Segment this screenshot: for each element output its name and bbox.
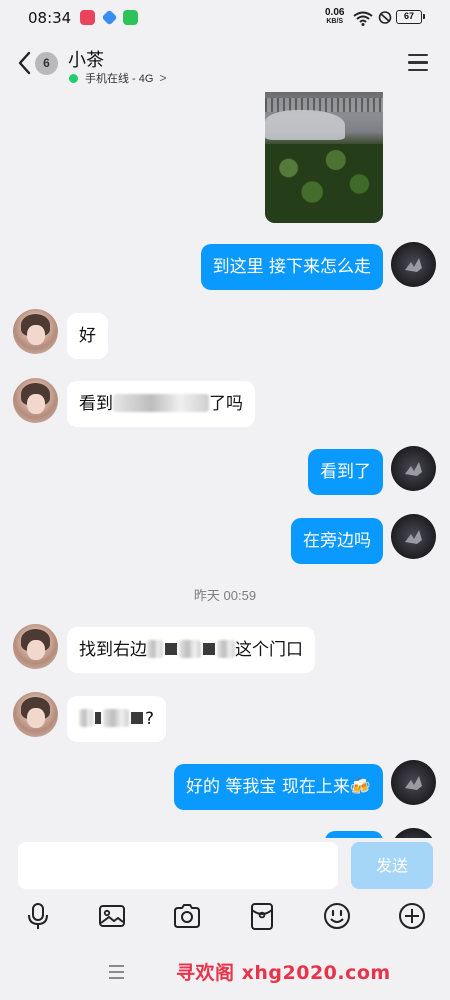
wifi-icon: [353, 11, 373, 26]
send-button[interactable]: 发送: [351, 842, 433, 889]
redacted-block: [95, 712, 101, 724]
redacted-block: [203, 643, 215, 655]
microphone-icon[interactable]: [22, 900, 54, 932]
message-text-suffix: 这个门口: [235, 640, 303, 660]
message-bubble-incoming[interactable]: ?: [67, 696, 167, 742]
message-bubble-outgoing[interactable]: 看到了: [308, 449, 383, 495]
redacted-text: [147, 640, 163, 658]
battery-icon: 67: [396, 10, 425, 24]
message-bubble-incoming[interactable]: 找到右边 这个门口: [67, 627, 315, 673]
message-bubble-incoming[interactable]: 看到 了吗: [67, 381, 255, 427]
chat-toolbar: [0, 894, 450, 938]
redacted-text: [217, 640, 235, 658]
message-timestamp: 昨天 00:59: [193, 588, 257, 603]
online-status[interactable]: 手机在线 - 4G >: [69, 70, 166, 86]
network-speed: 0.06 KB/S: [325, 7, 345, 26]
watermark-text: 寻欢阁 xhg2020.com: [176, 962, 391, 984]
emoji-icon[interactable]: [321, 900, 353, 932]
camera-icon[interactable]: [171, 900, 203, 932]
contact-avatar[interactable]: [13, 309, 58, 354]
message-text-prefix: 看到: [79, 394, 113, 414]
plus-icon[interactable]: [396, 900, 428, 932]
contact-avatar[interactable]: [13, 624, 58, 669]
redacted-text: [179, 640, 201, 658]
sent-photo-message[interactable]: [265, 92, 383, 223]
message-bubble-outgoing-partial[interactable]: [325, 831, 383, 838]
message-text-suffix: 了吗: [209, 394, 243, 414]
status-time: 08:34: [28, 9, 72, 27]
my-avatar[interactable]: [391, 446, 436, 491]
unread-count-badge[interactable]: 6: [35, 52, 58, 75]
contact-avatar[interactable]: [13, 692, 58, 737]
message-bubble-outgoing[interactable]: 到这里 接下来怎么走: [200, 244, 383, 290]
app-notification-icon-red: [80, 10, 95, 25]
redacted-text: [103, 709, 129, 727]
input-bar: 发送: [0, 838, 450, 890]
my-avatar[interactable]: [391, 828, 436, 838]
message-text-prefix: 找到右边: [79, 640, 147, 660]
redacted-text: [113, 394, 209, 412]
my-avatar[interactable]: [391, 760, 436, 805]
online-indicator-icon: [69, 73, 78, 83]
app-notification-icon-blue: [101, 9, 118, 26]
app-notification-icon-green: [123, 10, 138, 25]
image-icon[interactable]: [96, 900, 128, 932]
menu-icon[interactable]: [408, 54, 428, 72]
chat-header: 6 小茶 手机在线 - 4G >: [0, 36, 450, 92]
chevron-right-icon: >: [159, 71, 167, 85]
contact-avatar[interactable]: [13, 378, 58, 423]
red-packet-icon[interactable]: [246, 900, 278, 932]
redacted-block: [165, 643, 177, 655]
message-bubble-incoming[interactable]: 好: [67, 313, 108, 359]
my-avatar[interactable]: [391, 514, 436, 559]
message-list[interactable]: 到这里 接下来怎么走 好 看到 了吗 看到了 在旁边吗 昨天 00:59 找到右边…: [0, 92, 450, 838]
online-status-text: 手机在线 - 4G: [85, 73, 154, 85]
contact-name[interactable]: 小茶: [68, 46, 104, 72]
message-bubble-outgoing[interactable]: 在旁边吗: [291, 518, 383, 564]
redacted-block: [131, 712, 143, 724]
redacted-text: [79, 709, 93, 727]
back-arrow-icon[interactable]: [16, 50, 34, 76]
my-avatar[interactable]: [391, 242, 436, 287]
do-not-disturb-icon: [378, 11, 392, 24]
message-bubble-outgoing[interactable]: 好的 等我宝 现在上来🍻: [174, 764, 383, 810]
system-nav-bar: 寻欢阁 xhg2020.com: [0, 938, 450, 1000]
message-input[interactable]: [18, 842, 338, 889]
status-bar: 08:34 0.06 KB/S 67: [0, 0, 450, 36]
nav-menu-icon[interactable]: [109, 965, 124, 979]
message-text-suffix: ?: [145, 709, 155, 729]
